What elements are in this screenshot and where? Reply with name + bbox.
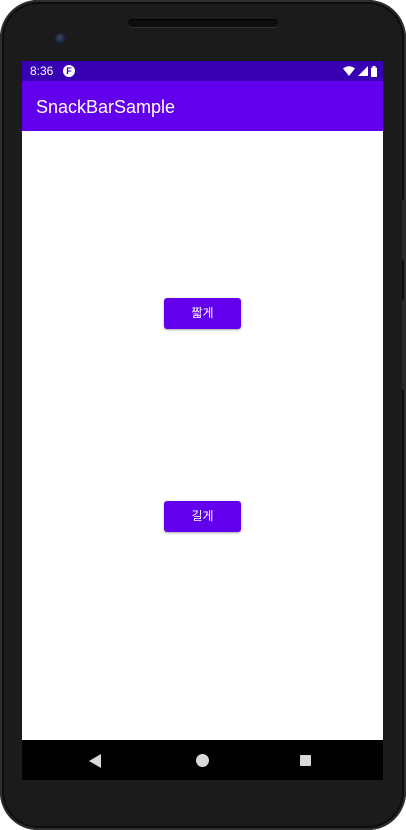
earpiece-speaker: [128, 19, 278, 27]
battery-icon: [371, 65, 377, 77]
recents-icon[interactable]: [300, 755, 311, 766]
short-snackbar-button[interactable]: 짧게: [164, 298, 241, 329]
front-camera-icon: [55, 33, 67, 45]
navigation-bar: [22, 740, 383, 780]
status-icons: [343, 64, 377, 78]
long-snackbar-button[interactable]: 길게: [164, 501, 241, 532]
volume-button[interactable]: [402, 300, 406, 390]
app-bar: SnackBarSample: [22, 81, 383, 133]
notification-icon: F: [63, 65, 75, 77]
app-title: SnackBarSample: [36, 97, 176, 117]
status-time: 8:36: [30, 64, 54, 78]
status-bar: 8:36 F: [22, 61, 383, 81]
wifi-icon: [343, 66, 355, 76]
back-icon[interactable]: [89, 754, 101, 768]
main-content: 짧게 길게: [22, 131, 383, 780]
power-button[interactable]: [402, 200, 406, 260]
device-frame: 8:36 F SnackBarSample 짧게 길게: [0, 0, 406, 830]
signal-icon: [358, 66, 368, 76]
screen: 8:36 F SnackBarSample 짧게 길게: [22, 61, 383, 780]
home-icon[interactable]: [196, 754, 209, 767]
